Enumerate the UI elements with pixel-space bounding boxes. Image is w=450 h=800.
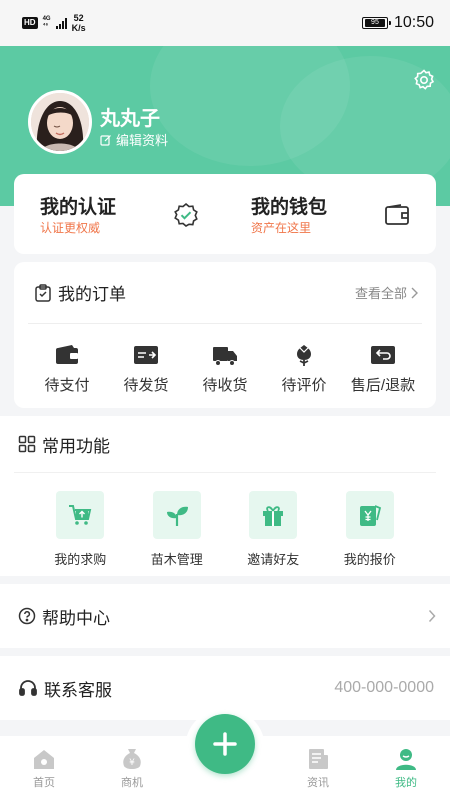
price-tag-icon (359, 505, 381, 526)
view-all-orders-link[interactable]: 查看全部 (355, 283, 418, 302)
profile-icon (396, 749, 416, 770)
orders-title-wrap: 我的订单 (34, 280, 126, 305)
plus-icon (213, 732, 237, 756)
grid-icon (18, 435, 36, 453)
service-phone-number[interactable]: 400-000-0000 (334, 679, 434, 697)
my-wallet[interactable]: 我的钱包 资产在这里 (225, 174, 436, 254)
contact-service-label: 联系客服 (44, 680, 112, 700)
hd-badge: HD (22, 17, 38, 29)
certification-title: 我的认证 (40, 197, 117, 218)
tab-news[interactable]: 资讯 (288, 747, 348, 790)
chevron-right-icon (428, 609, 436, 623)
my-certification[interactable]: 我的认证 认证更权威 (14, 174, 225, 254)
order-status-row: 待支付 待发货 待收货 待评价 售后/退款 (14, 324, 436, 395)
tab-business[interactable]: ¥ 商机 (102, 747, 162, 790)
wallet-icon (385, 204, 409, 225)
order-label: 待支付 (44, 377, 90, 394)
func-icon-bg (56, 491, 105, 539)
functions-row: 我的求购 苗木管理 邀请好友 我的报价 (14, 472, 436, 568)
tab-mine[interactable]: 我的 (376, 747, 436, 790)
sprout-icon (166, 506, 188, 526)
tab-label: 首页 (33, 777, 55, 789)
signal-icon (55, 17, 67, 29)
cart-icon (69, 505, 92, 525)
question-circle-icon (18, 607, 36, 625)
func-icon-bg (345, 491, 394, 539)
order-pending-payment[interactable]: 待支付 (32, 342, 102, 395)
wallet-subtitle: 资产在这里 (251, 221, 312, 235)
my-quotes[interactable]: 我的报价 (330, 491, 410, 568)
svg-text:¥: ¥ (129, 758, 135, 768)
contact-service-left: 联系客服 (18, 676, 112, 701)
auth-wallet-card: 我的认证 认证更权威 我的钱包 资产在这里 (14, 174, 436, 254)
chevron-right-icon (411, 287, 418, 298)
clipboard-icon (35, 283, 51, 302)
flower-icon (297, 345, 311, 366)
avatar[interactable] (28, 90, 92, 154)
edit-profile-label: 编辑资料 (116, 133, 169, 148)
money-bag-icon: ¥ (123, 749, 141, 769)
order-pending-receipt[interactable]: 待收货 (190, 342, 260, 395)
wallet-icon (56, 345, 78, 364)
tab-label: 我的 (395, 777, 417, 789)
publish-button[interactable] (195, 714, 255, 774)
orders-title: 我的订单 (58, 285, 126, 304)
wallet-title: 我的钱包 (251, 197, 328, 218)
nursery-management[interactable]: 苗木管理 (137, 491, 217, 568)
help-center-label: 帮助中心 (42, 608, 110, 628)
username: 丸丸子 (100, 108, 160, 130)
order-pending-shipment[interactable]: 待发货 (111, 342, 181, 395)
functions-title: 常用功能 (42, 436, 110, 456)
func-label: 苗木管理 (150, 552, 203, 567)
functions-header: 常用功能 (0, 416, 450, 472)
help-center-row[interactable]: 帮助中心 (0, 584, 450, 648)
func-icon-bg (249, 491, 298, 539)
order-label: 待收货 (202, 377, 248, 394)
network-speed: 52 K/s (71, 13, 86, 33)
help-center-left: 帮助中心 (18, 604, 110, 629)
news-icon (309, 749, 328, 769)
truck-icon (213, 347, 237, 366)
func-label: 我的求购 (54, 552, 107, 567)
gift-icon (263, 506, 284, 526)
tab-label: 商机 (121, 777, 143, 789)
order-after-sales[interactable]: 售后/退款 (348, 342, 418, 395)
order-label: 待发货 (123, 377, 169, 394)
edit-icon (100, 134, 111, 146)
battery-level: 95 (364, 19, 385, 27)
battery-icon: 95 (361, 17, 391, 29)
order-pending-review[interactable]: 待评价 (269, 342, 339, 395)
status-right: 95 10:50 (361, 14, 434, 32)
home-icon (34, 750, 54, 769)
status-left: HD 4G ⁴⁶ 52 K/s (22, 13, 86, 33)
verified-badge-icon (174, 202, 198, 227)
order-label: 待评价 (281, 377, 327, 394)
headset-icon (19, 680, 37, 696)
func-icon-bg (152, 491, 201, 539)
view-all-label: 查看全部 (354, 286, 407, 301)
invite-friends[interactable]: 邀请好友 (233, 491, 313, 568)
avatar-image (31, 93, 89, 151)
func-label: 我的报价 (343, 552, 396, 567)
network-type: 4G ⁴⁶ (42, 16, 51, 29)
orders-header: 我的订单 查看全部 (28, 262, 422, 324)
edit-profile-link[interactable]: 编辑资料 (100, 130, 168, 149)
func-label: 邀请好友 (247, 552, 300, 567)
orders-card: 我的订单 查看全部 待支付 待发货 待收货 待评价 售后/退款 (14, 262, 436, 408)
gear-icon[interactable] (412, 68, 436, 92)
clock: 10:50 (393, 14, 434, 31)
shipment-icon (134, 346, 158, 364)
tab-home[interactable]: 首页 (14, 747, 74, 790)
my-purchase-requests[interactable]: 我的求购 (40, 491, 120, 568)
order-label: 售后/退款 (350, 377, 416, 394)
refund-icon (371, 346, 395, 364)
tab-label: 资讯 (307, 777, 329, 789)
certification-subtitle: 认证更权威 (40, 221, 101, 235)
common-functions-section: 常用功能 我的求购 苗木管理 邀请好友 我的报价 (0, 416, 450, 576)
status-bar: HD 4G ⁴⁶ 52 K/s 95 10:50 (0, 0, 450, 46)
